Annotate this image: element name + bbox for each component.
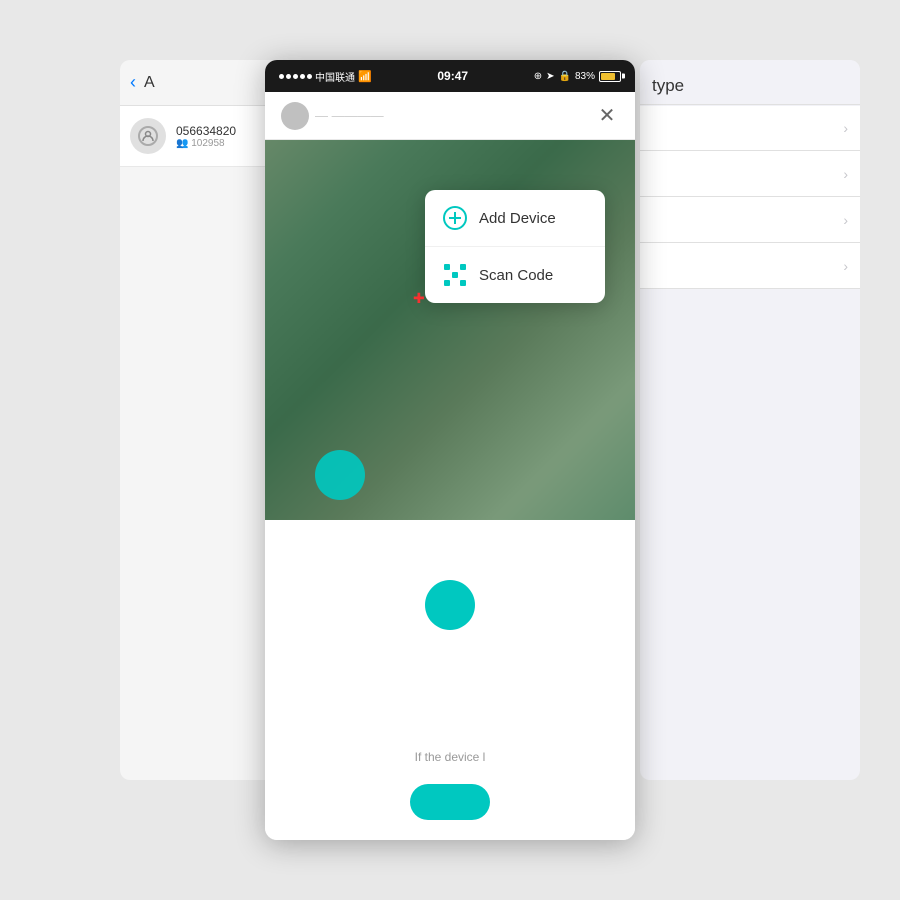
settings-row-4[interactable]: ›: [640, 244, 860, 289]
dropdown-menu: Add Device Scan Code: [425, 190, 605, 303]
bottom-area: If the device l: [265, 730, 635, 840]
bg-settings-panel: type › › › ›: [640, 60, 860, 780]
teal-circle-overlay: [315, 450, 365, 500]
wifi-icon: 📶: [358, 70, 372, 83]
phone-screen: 中国联通 📶 09:47 ⊕ ➤ 🔒 83% — ———— ✕ ✚ ✚: [265, 60, 635, 840]
settings-row-2[interactable]: ›: [640, 152, 860, 197]
nav-icon: ➤: [546, 71, 554, 82]
qr-cell: [452, 272, 458, 278]
bottom-teal-button[interactable]: [410, 784, 490, 820]
bg-settings-title: type: [652, 76, 684, 95]
qr-cell: [460, 264, 466, 270]
signal-dot: [307, 74, 312, 79]
qr-code-icon: [444, 264, 466, 286]
nav-title-placeholder: — ————: [315, 108, 384, 123]
status-bar: 中国联通 📶 09:47 ⊕ ➤ 🔒 83%: [265, 60, 635, 92]
chevron-icon-3: ›: [843, 212, 848, 228]
settings-row-1[interactable]: ›: [640, 106, 860, 151]
carrier-info: 中国联通 📶: [279, 69, 372, 84]
scan-code-icon: [443, 263, 467, 287]
white-content-area: [265, 520, 635, 690]
add-device-label: Add Device: [479, 210, 556, 227]
qr-cell: [460, 272, 466, 278]
add-device-menu-item[interactable]: Add Device: [425, 190, 605, 247]
avatar-inner: [138, 126, 158, 146]
status-right-group: ⊕ ➤ 🔒 83%: [534, 71, 621, 82]
qr-cell: [460, 280, 466, 286]
back-icon[interactable]: ‹: [130, 72, 136, 93]
qr-cell: [452, 280, 458, 286]
signal-dot: [286, 74, 291, 79]
signal-dot: [300, 74, 305, 79]
battery-fill: [601, 73, 615, 80]
scan-code-label: Scan Code: [479, 267, 553, 284]
bg-settings-header: type: [640, 60, 860, 105]
chevron-icon-2: ›: [843, 166, 848, 182]
nav-avatar-area: — ————: [281, 102, 384, 130]
hint-text: If the device l: [285, 730, 615, 784]
qr-cell: [452, 264, 458, 270]
chevron-icon-1: ›: [843, 120, 848, 136]
signal-dot: [293, 74, 298, 79]
battery-icon: [599, 71, 621, 82]
qr-cell: [444, 264, 450, 270]
red-marker-2: ✚: [413, 290, 425, 307]
chevron-icon-4: ›: [843, 258, 848, 274]
settings-row-3[interactable]: ›: [640, 198, 860, 243]
bottom-button-area: [285, 784, 615, 840]
plus-circle-icon: [443, 206, 467, 230]
signal-dots: [279, 74, 312, 79]
clock: 09:47: [437, 69, 468, 83]
close-button[interactable]: ✕: [595, 103, 619, 128]
location-icon: ⊕: [534, 71, 542, 82]
lock-icon: 🔒: [559, 71, 571, 82]
nav-bar: — ———— ✕: [265, 92, 635, 140]
bg-left-title: A: [144, 74, 155, 92]
teal-center-dot: [425, 580, 475, 630]
signal-dot: [279, 74, 284, 79]
battery-percent: 83%: [575, 71, 595, 82]
add-device-icon: [443, 206, 467, 230]
avatar: [130, 118, 166, 154]
carrier-name: 中国联通: [315, 69, 355, 84]
nav-avatar: [281, 102, 309, 130]
qr-cell: [444, 272, 450, 278]
qr-cell: [444, 280, 450, 286]
scan-code-menu-item[interactable]: Scan Code: [425, 247, 605, 303]
